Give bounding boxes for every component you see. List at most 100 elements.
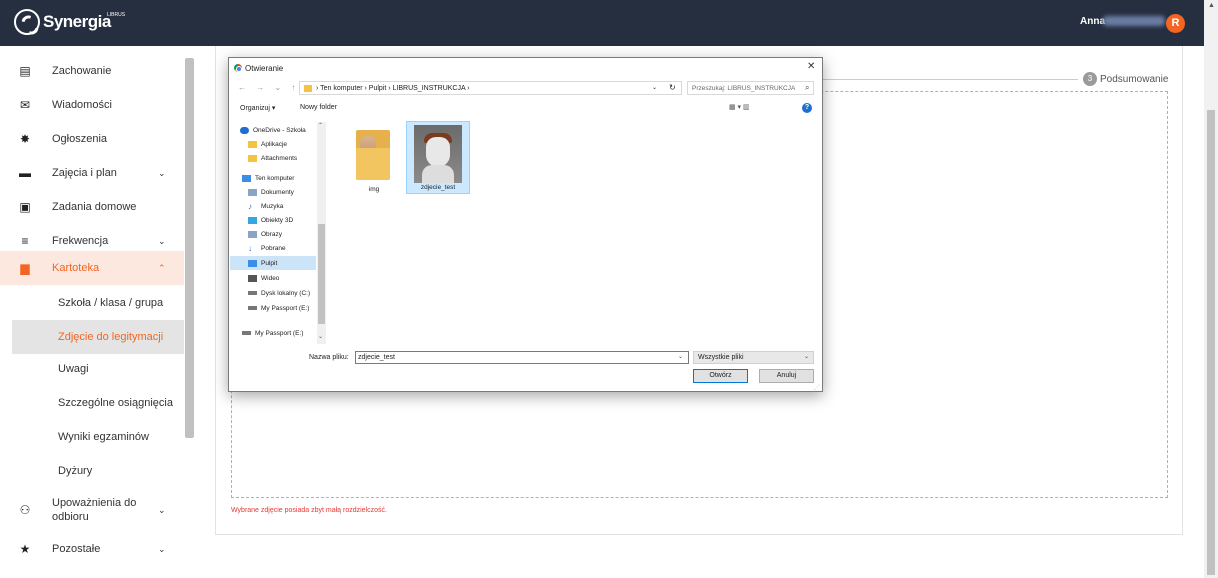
sidebar-subitem-label: Wyniki egzaminów bbox=[58, 431, 149, 443]
nav-item-ten-komputer[interactable]: Ten komputer bbox=[242, 171, 328, 185]
chevron-up-icon[interactable]: ⌃ bbox=[158, 263, 166, 274]
sidebar-item-label: Wiadomości bbox=[52, 99, 112, 111]
sidebar-subitem-zdjecie[interactable]: Zdjęcie do legitymacji bbox=[12, 320, 184, 354]
star-icon: ★ bbox=[19, 542, 31, 556]
chevron-down-icon[interactable]: ⌄ bbox=[158, 236, 166, 247]
filetype-value: Wszystkie pliki bbox=[698, 354, 744, 361]
id-card-icon: ▆ bbox=[20, 261, 30, 275]
sidebar-subitem-uwagi[interactable]: Uwagi bbox=[12, 352, 184, 386]
mail-icon: ✉ bbox=[19, 98, 31, 112]
chevron-down-icon[interactable]: ⌄ bbox=[678, 353, 683, 360]
user-name[interactable]: Anna bbox=[1080, 16, 1105, 27]
help-icon[interactable]: ? bbox=[802, 103, 812, 113]
scroll-up-icon[interactable]: ⌃ bbox=[318, 122, 323, 129]
people-icon: ⚇ bbox=[19, 503, 31, 517]
folder-icon bbox=[248, 140, 257, 148]
computer-icon bbox=[242, 174, 251, 182]
step-number-badge: 3 bbox=[1083, 72, 1097, 86]
nav-item-label: Aplikacje bbox=[261, 140, 288, 148]
nav-item-onedrive[interactable]: OneDrive - Szkoła bbox=[240, 123, 326, 137]
nav-item-label: Muzyka bbox=[261, 202, 284, 210]
top-bar: Synergia LIBRUS Anna R bbox=[0, 0, 1204, 46]
scroll-down-icon[interactable]: ⌄ bbox=[318, 333, 323, 340]
resize-grip-icon[interactable]: ⋰ bbox=[814, 384, 820, 391]
nav-item-label: Pulpit bbox=[261, 259, 278, 267]
nav-item-label: My Passport (E:) bbox=[261, 304, 310, 312]
folder-thumbnail-icon bbox=[356, 130, 390, 180]
logo-small-text: LIBRUS bbox=[107, 12, 126, 18]
sidebar-item-wiadomosci[interactable]: ✉ Wiadomości bbox=[0, 88, 184, 122]
sidebar-subitem-szkola[interactable]: Szkoła / klasa / grupa bbox=[12, 286, 184, 320]
chevron-down-icon[interactable]: ⌄ bbox=[158, 544, 166, 555]
navigation-pane: OneDrive - Szkoła Aplikacje Attachments … bbox=[230, 121, 328, 344]
sidebar-item-kartoteka[interactable]: ▆ Kartoteka ⌃ bbox=[0, 251, 184, 285]
filetype-select[interactable]: Wszystkie pliki ⌄ bbox=[693, 351, 814, 364]
nav-pane-scroll-thumb[interactable] bbox=[318, 224, 325, 324]
close-icon[interactable]: ✕ bbox=[807, 61, 815, 72]
sidebar-subitem-egzaminy[interactable]: Wyniki egzaminów bbox=[12, 420, 184, 454]
filename-label: Nazwa pliku: bbox=[309, 354, 349, 361]
scroll-up-icon[interactable]: ▲ bbox=[1208, 2, 1215, 9]
desktop-icon bbox=[248, 259, 257, 267]
new-folder-button[interactable]: Nowy folder bbox=[300, 104, 337, 111]
sidebar-subitem-dyzury[interactable]: Dyżury bbox=[12, 454, 184, 488]
drive-icon bbox=[248, 291, 257, 295]
filename-input[interactable]: zdjecie_test ⌄ bbox=[355, 351, 689, 364]
chevron-down-icon[interactable]: ⌄ bbox=[158, 505, 166, 516]
folder-icon bbox=[248, 154, 257, 162]
sidebar-item-pozostale[interactable]: ★ Pozostałe ⌄ bbox=[0, 532, 184, 566]
sidebar-item-label: Zadania domowe bbox=[52, 201, 137, 213]
page-scrollbar[interactable]: ▲ bbox=[1204, 0, 1218, 578]
search-placeholder: Przeszukaj: LIBRUS_INSTRUKCJA bbox=[692, 85, 796, 92]
thumbnail-head bbox=[426, 137, 450, 167]
sidebar-subitem-osiagniecia[interactable]: Szczególne osiągnięcia bbox=[12, 386, 184, 420]
nav-item-dysk-c[interactable]: Dysk lokalny (C:) bbox=[248, 286, 318, 300]
music-icon: ♪ bbox=[248, 201, 252, 211]
organize-button[interactable]: Organizuj ▾ bbox=[240, 104, 275, 112]
sidebar-item-upowaznienia[interactable]: ⚇ Upoważnienia do odbioru ⌄ bbox=[0, 490, 184, 530]
user-surname-blurred bbox=[1103, 16, 1165, 26]
nav-item-my-passport[interactable]: My Passport (E:) bbox=[248, 301, 318, 315]
refresh-icon[interactable]: ↻ bbox=[669, 83, 676, 92]
sidebar-item-zadania[interactable]: ▣ Zadania domowe bbox=[0, 190, 184, 224]
view-options-icon[interactable]: ▦ ▾ ▥ bbox=[729, 103, 750, 111]
breadcrumb[interactable]: › Ten komputer › Pulpit › LIBRUS_INSTRUK… bbox=[316, 85, 470, 92]
search-input[interactable]: Przeszukaj: LIBRUS_INSTRUKCJA ⌕ bbox=[687, 81, 814, 95]
address-bar[interactable]: › Ten komputer › Pulpit › LIBRUS_INSTRUK… bbox=[299, 81, 682, 95]
avatar[interactable]: R bbox=[1166, 14, 1185, 33]
sidebar-scrollbar[interactable] bbox=[185, 58, 194, 438]
chevron-down-icon[interactable]: ⌄ bbox=[158, 168, 166, 179]
step-connector bbox=[820, 79, 1078, 80]
nav-item-label: Attachments bbox=[261, 154, 298, 162]
nav-item-label: Dysk lokalny (C:) bbox=[261, 289, 311, 297]
nav-item-label: OneDrive - Szkoła bbox=[253, 126, 306, 134]
file-item-img[interactable]: img bbox=[342, 124, 406, 197]
nav-pane-scrollbar[interactable]: ⌃ ⌄ bbox=[317, 122, 326, 344]
video-icon bbox=[248, 274, 257, 282]
page-scroll-thumb[interactable] bbox=[1207, 110, 1215, 575]
sidebar-item-zajecia[interactable]: ▬ Zajęcia i plan ⌄ bbox=[0, 156, 184, 190]
checklist-icon: ≡ bbox=[21, 234, 29, 248]
open-button[interactable]: Otwórz bbox=[693, 369, 748, 383]
nav-arrows-icon[interactable]: ← → ⌄ ↑ bbox=[238, 83, 299, 92]
cancel-button[interactable]: Anuluj bbox=[759, 369, 814, 383]
synergia-logo[interactable]: Synergia LIBRUS bbox=[14, 9, 125, 35]
file-item-zdjecie-test[interactable]: zdjecie_test bbox=[406, 121, 470, 194]
nav-item-pulpit[interactable]: Pulpit bbox=[230, 256, 316, 270]
chevron-down-icon[interactable]: ⌄ bbox=[652, 84, 657, 91]
sidebar-item-ogloszenia[interactable]: ✸ Ogłoszenia bbox=[0, 122, 184, 156]
sidebar-subitem-label: Szczególne osiągnięcia bbox=[58, 397, 173, 409]
drive-icon bbox=[242, 331, 251, 335]
drive-icon bbox=[248, 306, 257, 310]
dialog-toolbar: Organizuj ▾ Nowy folder ▦ ▾ ▥ ? bbox=[229, 100, 822, 118]
file-name: img bbox=[368, 186, 380, 193]
error-message: Wybrane zdjęcie posiada zbyt małą rozdzi… bbox=[231, 507, 387, 514]
nav-item-label: My Passport (E:) bbox=[255, 329, 304, 337]
sidebar: ▤ Zachowanie ✉ Wiadomości ✸ Ogłoszenia ▬… bbox=[0, 46, 184, 578]
nav-item-my-passport-root[interactable]: My Passport (E:) bbox=[242, 326, 318, 340]
file-name: zdjecie_test bbox=[420, 184, 456, 191]
sidebar-subitem-label: Dyżury bbox=[58, 465, 93, 477]
logo-icon bbox=[14, 9, 40, 35]
sidebar-item-zachowanie[interactable]: ▤ Zachowanie bbox=[0, 54, 184, 88]
nav-item-label: Pobrane bbox=[261, 244, 286, 252]
